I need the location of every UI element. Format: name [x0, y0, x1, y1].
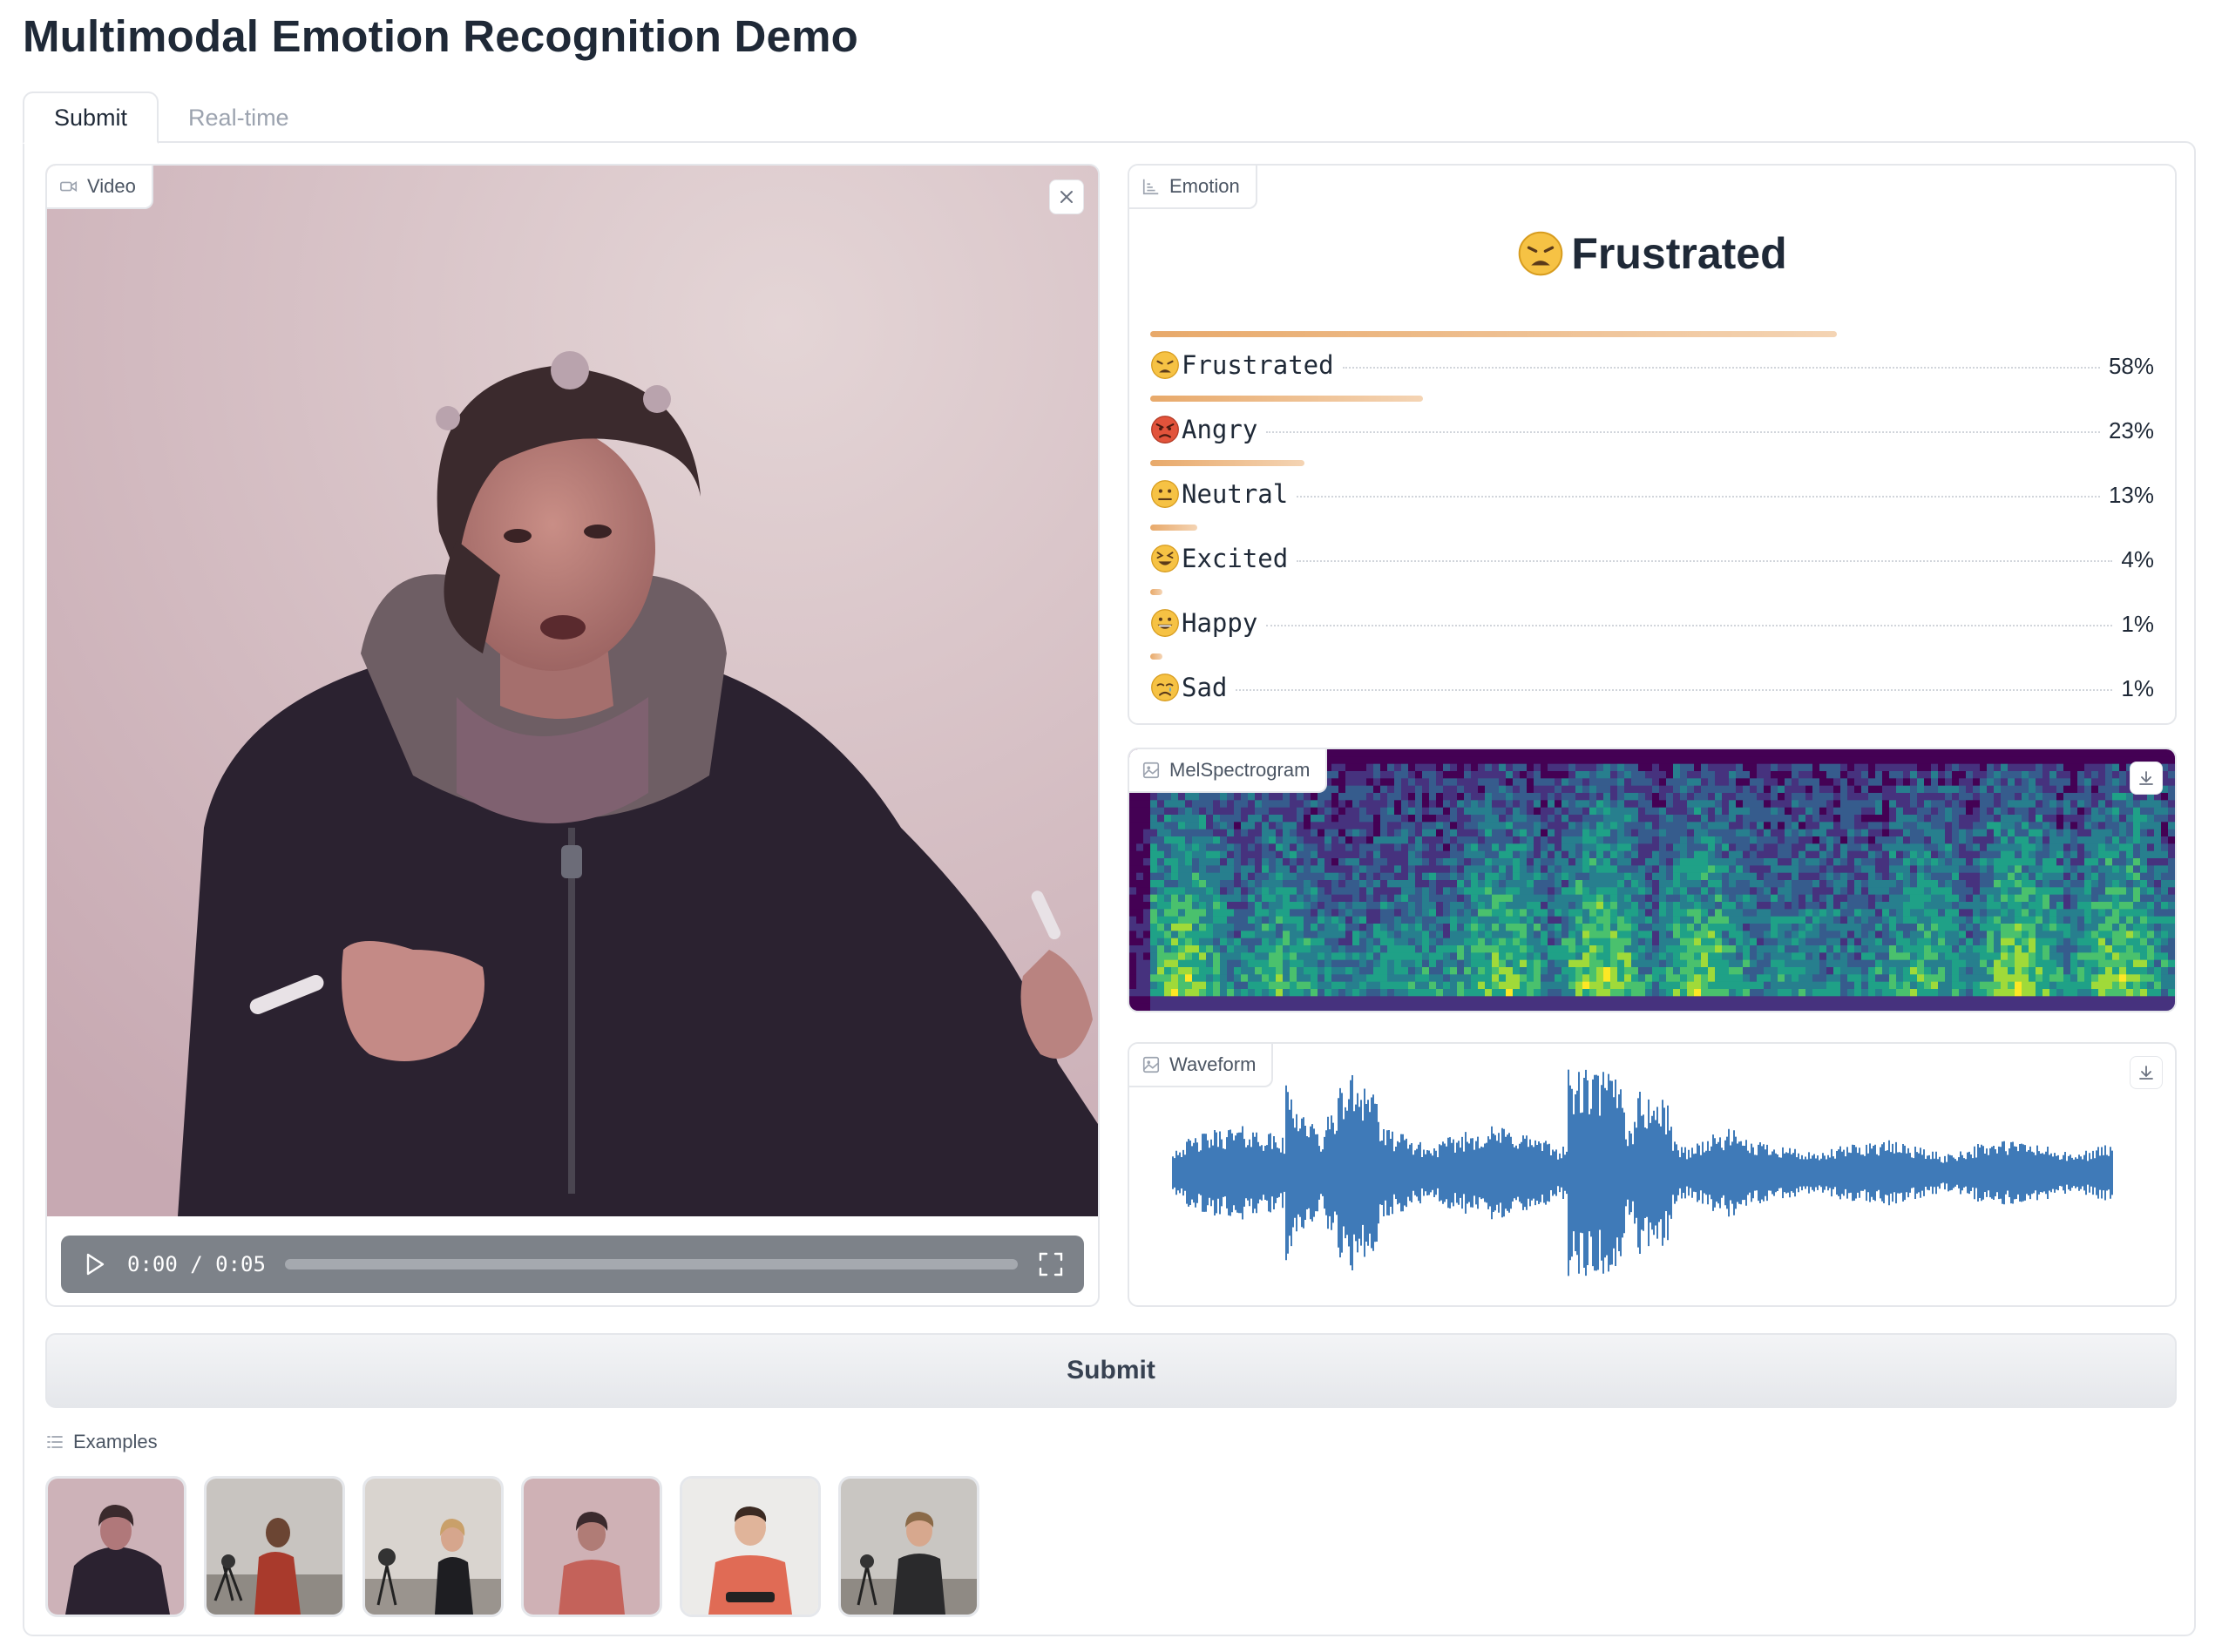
- example-video-preview: [524, 1479, 660, 1615]
- confidence-name: Excited: [1182, 544, 1289, 573]
- example-video-preview: [207, 1479, 342, 1615]
- confidence-row[interactable]: Frustrated 58%: [1150, 331, 2154, 396]
- emotion-label-text: Emotion: [1169, 175, 1240, 197]
- download-icon: [2139, 1066, 2153, 1080]
- example-thumbnail[interactable]: [521, 1476, 662, 1617]
- submit-button[interactable]: Submit: [45, 1333, 2177, 1408]
- confidence-row[interactable]: Neutral 13%: [1150, 460, 2154, 525]
- video-label: Video: [47, 166, 153, 209]
- fullscreen-icon[interactable]: [1037, 1250, 1065, 1278]
- download-icon: [2139, 771, 2153, 785]
- emotion-label: Emotion: [1129, 166, 1257, 209]
- melspectrogram-label-text: MelSpectrogram: [1169, 759, 1311, 781]
- download-melspectrogram-button[interactable]: [2130, 762, 2163, 795]
- examples-label: Examples: [45, 1431, 158, 1453]
- confidence-bar: [1150, 525, 1198, 531]
- example-thumbnail[interactable]: [838, 1476, 979, 1617]
- waveform-label: Waveform: [1129, 1044, 1274, 1087]
- grinning-face-icon: [1151, 609, 1179, 637]
- examples-gallery: [45, 1476, 979, 1617]
- image-icon: [1142, 762, 1160, 779]
- page-title: Multimodal Emotion Recognition Demo: [23, 11, 858, 61]
- submit-tab-panel: Video 0:00 / 0:05 Emotion Frustrated Fru…: [23, 141, 2196, 1636]
- confidence-name: Frustrated: [1182, 350, 1334, 380]
- confidence-row[interactable]: Angry 23%: [1150, 396, 2154, 460]
- confidence-name: Happy: [1182, 608, 1258, 638]
- confidence-percent: 4%: [2121, 546, 2154, 572]
- confidence-name: Angry: [1182, 415, 1258, 444]
- confidence-bar: [1150, 396, 1423, 402]
- video-icon: [60, 180, 78, 193]
- confidence-percent: 23%: [2108, 417, 2154, 443]
- melspectrogram-component: MelSpectrogram: [1128, 748, 2177, 1012]
- example-thumbnail[interactable]: [680, 1476, 821, 1617]
- confidence-row[interactable]: Excited 4%: [1150, 525, 2154, 589]
- confidence-bar: [1150, 460, 1304, 466]
- confidence-percent: 1%: [2121, 675, 2154, 701]
- video-progress-bar[interactable]: [284, 1259, 1018, 1269]
- close-icon: [1060, 191, 1073, 203]
- confidence-name: Sad: [1182, 673, 1228, 702]
- examples-label-text: Examples: [73, 1431, 158, 1452]
- video-player[interactable]: [47, 166, 1098, 1216]
- waveform-image: [1172, 1069, 2113, 1276]
- example-video-preview: [682, 1479, 818, 1615]
- weary-face-icon: [1519, 231, 1563, 276]
- confidence-row[interactable]: Sad 1%: [1150, 653, 2154, 718]
- video-time: 0:00 / 0:05: [127, 1252, 266, 1276]
- waveform-label-text: Waveform: [1169, 1053, 1257, 1075]
- play-icon[interactable]: [80, 1250, 108, 1278]
- video-controls: 0:00 / 0:05: [61, 1236, 1084, 1293]
- confidence-row[interactable]: Happy 1%: [1150, 589, 2154, 653]
- confidence-percent: 58%: [2108, 353, 2154, 379]
- tab-real-time[interactable]: Real-time: [159, 91, 319, 144]
- example-video-preview: [365, 1479, 501, 1615]
- image-icon: [1142, 1056, 1160, 1073]
- example-video-preview: [841, 1479, 977, 1615]
- confidence-name: Neutral: [1182, 479, 1289, 509]
- confidence-bar: [1150, 331, 1838, 337]
- video-component: Video 0:00 / 0:05: [45, 164, 1100, 1307]
- video-frame-image: [47, 166, 1098, 1216]
- bar-chart-icon: [1142, 179, 1159, 195]
- confidence-bar: [1150, 589, 1162, 595]
- crying-face-icon: [1151, 674, 1179, 701]
- example-thumbnail[interactable]: [45, 1476, 186, 1617]
- top-emotion: Frustrated: [1129, 228, 2175, 279]
- weary-face-icon: [1151, 351, 1179, 379]
- angry-face-icon: [1151, 416, 1179, 443]
- confidence-list: Frustrated 58% Angry 23% Neutral 13% Exc…: [1150, 331, 2154, 718]
- emotion-component: Emotion Frustrated Frustrated 58% Angry …: [1128, 164, 2177, 725]
- top-emotion-text: Frustrated: [1571, 229, 1787, 278]
- example-video-preview: [48, 1479, 184, 1615]
- example-thumbnail[interactable]: [362, 1476, 504, 1617]
- confidence-bar: [1150, 653, 1162, 660]
- list-icon: [47, 1436, 63, 1448]
- tab-submit[interactable]: Submit: [23, 91, 159, 144]
- neutral-face-icon: [1151, 480, 1179, 508]
- video-label-text: Video: [87, 175, 136, 197]
- waveform-component: Waveform: [1128, 1042, 2177, 1307]
- confidence-percent: 13%: [2108, 482, 2154, 508]
- download-waveform-button[interactable]: [2130, 1056, 2163, 1089]
- tab-bar: Submit Real-time: [23, 91, 319, 144]
- melspectrogram-label: MelSpectrogram: [1129, 749, 1328, 793]
- example-thumbnail[interactable]: [204, 1476, 345, 1617]
- clear-video-button[interactable]: [1049, 179, 1084, 214]
- confidence-percent: 1%: [2121, 611, 2154, 637]
- squinting-face-icon: [1151, 545, 1179, 572]
